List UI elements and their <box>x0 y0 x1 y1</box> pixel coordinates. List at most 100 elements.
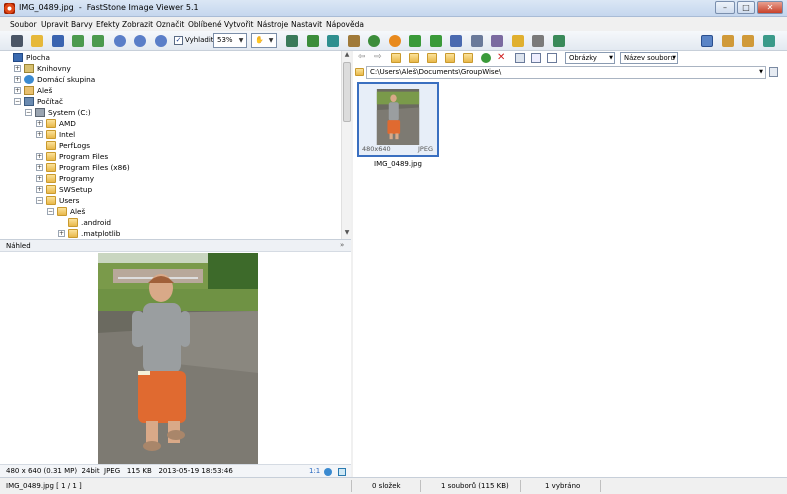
expand-icon[interactable]: + <box>36 175 43 182</box>
smooth-label: Vyhladit <box>185 36 214 44</box>
menu-soubor[interactable]: Soubor <box>10 20 37 29</box>
status-bar: IMG_0489.jpg [ 1 / 1 ] 0 složek 1 soubor… <box>0 477 787 494</box>
collapse-icon[interactable]: − <box>47 208 54 215</box>
thumbnail-dimensions: 480x640 <box>362 145 391 153</box>
person-icon[interactable] <box>368 35 380 47</box>
menu-nastroje[interactable]: Nástroje <box>257 20 288 29</box>
desktop-icon <box>13 53 23 62</box>
fullscreen-icon[interactable] <box>92 35 104 47</box>
back-icon[interactable]: ⇦ <box>358 53 368 63</box>
preview-photo <box>98 253 258 465</box>
expand-icon[interactable]: + <box>36 131 43 138</box>
collapse-icon[interactable]: − <box>14 98 21 105</box>
compare-icon[interactable] <box>450 35 462 47</box>
navigate-icon[interactable] <box>324 468 332 476</box>
parent-folder-icon[interactable] <box>391 53 401 63</box>
forward-icon[interactable]: ⇨ <box>374 53 384 63</box>
menu-oznacit[interactable]: Označit <box>156 20 184 29</box>
path-history-icon[interactable] <box>769 67 778 77</box>
new-folder-icon[interactable] <box>427 53 437 63</box>
actual-size-icon[interactable] <box>155 35 167 47</box>
scroll-up-icon[interactable]: ▲ <box>342 51 352 61</box>
collapse-icon[interactable]: − <box>25 109 32 116</box>
menu-upravit[interactable]: Upravit <box>41 20 68 29</box>
filter-value: Obrázky <box>569 54 597 62</box>
actual-size-label[interactable]: 1:1 <box>309 467 320 475</box>
collapse-icon[interactable]: − <box>36 197 43 204</box>
menu-oblibene[interactable]: Oblíbené <box>188 20 222 29</box>
expand-icon[interactable]: + <box>36 120 43 127</box>
tree-item-label: SWSetup <box>59 185 93 194</box>
fit-window-icon[interactable] <box>338 468 346 476</box>
zoom-select[interactable]: 53% ▼ <box>213 33 247 48</box>
status-files: 1 souborů (115 KB) <box>441 482 509 490</box>
tree-item-label: PerfLogs <box>59 141 91 150</box>
menu-barvy[interactable]: Barvy <box>71 20 93 29</box>
export-icon[interactable] <box>553 35 565 47</box>
sort-select[interactable]: Název souboru ▼ <box>620 52 678 64</box>
view-list-icon[interactable] <box>547 53 557 63</box>
menu-vytvorit[interactable]: Vytvořit <box>224 20 253 29</box>
rotate-left-icon[interactable] <box>409 35 421 47</box>
maximize-button[interactable]: □ <box>737 1 755 14</box>
expand-icon[interactable]: + <box>14 87 21 94</box>
rotate-right-icon[interactable] <box>430 35 442 47</box>
monitor-icon[interactable] <box>471 35 483 47</box>
folder-tree[interactable]: Plocha + Knihovny + Domácí skupina + Aleš − Počí… <box>0 51 341 239</box>
expand-icon[interactable]: + <box>36 164 43 171</box>
move-to-icon[interactable] <box>463 53 473 63</box>
zoom-out-icon[interactable] <box>134 35 146 47</box>
menu-nastavit[interactable]: Nastavit <box>291 20 322 29</box>
status-divider <box>351 480 352 492</box>
folder-icon <box>46 163 56 172</box>
expand-icon[interactable]: + <box>36 153 43 160</box>
camera-icon[interactable] <box>11 35 23 47</box>
layout-3-icon[interactable] <box>742 35 754 47</box>
color-adjust-icon[interactable] <box>327 35 339 47</box>
refresh-icon[interactable] <box>481 53 491 63</box>
hand-tool-select[interactable]: ✋ ▼ <box>251 33 277 48</box>
expand-icon[interactable]: + <box>14 76 21 83</box>
zoom-in-icon[interactable] <box>114 35 126 47</box>
delete-icon[interactable]: ✕ <box>497 53 507 63</box>
view-grid-icon[interactable] <box>531 53 541 63</box>
minimize-button[interactable]: – <box>715 1 735 14</box>
copy-to-icon[interactable] <box>445 53 455 63</box>
view-thumbnails-icon[interactable] <box>515 53 525 63</box>
path-input[interactable]: C:\Users\Aleš\Documents\GroupWise\ ▼ <box>366 66 766 79</box>
right-pane: ⇦ ⇨ ✕ Obrázky ▼ Název souboru ▼ C:\Users\A… <box>353 51 787 477</box>
smooth-checkbox[interactable]: ✓ <box>174 36 183 45</box>
slideshow-icon[interactable] <box>72 35 84 47</box>
scroll-thumb[interactable] <box>343 62 351 122</box>
expand-icon[interactable]: + <box>14 65 21 72</box>
resize-icon[interactable] <box>307 35 319 47</box>
filter-select[interactable]: Obrázky ▼ <box>565 52 615 64</box>
paint-icon[interactable] <box>491 35 503 47</box>
menu-napoveda[interactable]: Nápověda <box>326 20 364 29</box>
fullscreen-toggle-icon[interactable] <box>763 35 775 47</box>
save-icon[interactable] <box>52 35 64 47</box>
scroll-down-icon[interactable]: ▼ <box>342 229 352 239</box>
drive-icon <box>35 108 45 117</box>
print-icon[interactable] <box>532 35 544 47</box>
collapse-icon[interactable]: » <box>340 241 344 249</box>
menu-zobrazit[interactable]: Zobrazit <box>122 20 153 29</box>
favorite-folder-icon[interactable] <box>409 53 419 63</box>
left-pane: Plocha + Knihovny + Domácí skupina + Aleš − Počí… <box>0 51 351 477</box>
chevron-down-icon[interactable]: ▼ <box>759 67 763 78</box>
open-folder-icon[interactable] <box>31 35 43 47</box>
crop-icon[interactable] <box>286 35 298 47</box>
effects-icon[interactable] <box>348 35 360 47</box>
tree-item-label: Počítač <box>37 97 63 106</box>
tree-scrollbar[interactable]: ▲ ▼ <box>341 51 351 239</box>
close-button[interactable]: ✕ <box>757 1 783 14</box>
thumbnail-item[interactable]: 480x640 JPEG <box>357 82 439 157</box>
folder-icon[interactable] <box>512 35 524 47</box>
menu-efekty[interactable]: Efekty <box>96 20 120 29</box>
thumbnail-filename[interactable]: IMG_0489.jpg <box>357 160 439 168</box>
sun-icon[interactable] <box>389 35 401 47</box>
expand-icon[interactable]: + <box>36 186 43 193</box>
expand-icon[interactable]: + <box>58 230 65 237</box>
layout-1-icon[interactable] <box>701 35 713 47</box>
layout-2-icon[interactable] <box>722 35 734 47</box>
